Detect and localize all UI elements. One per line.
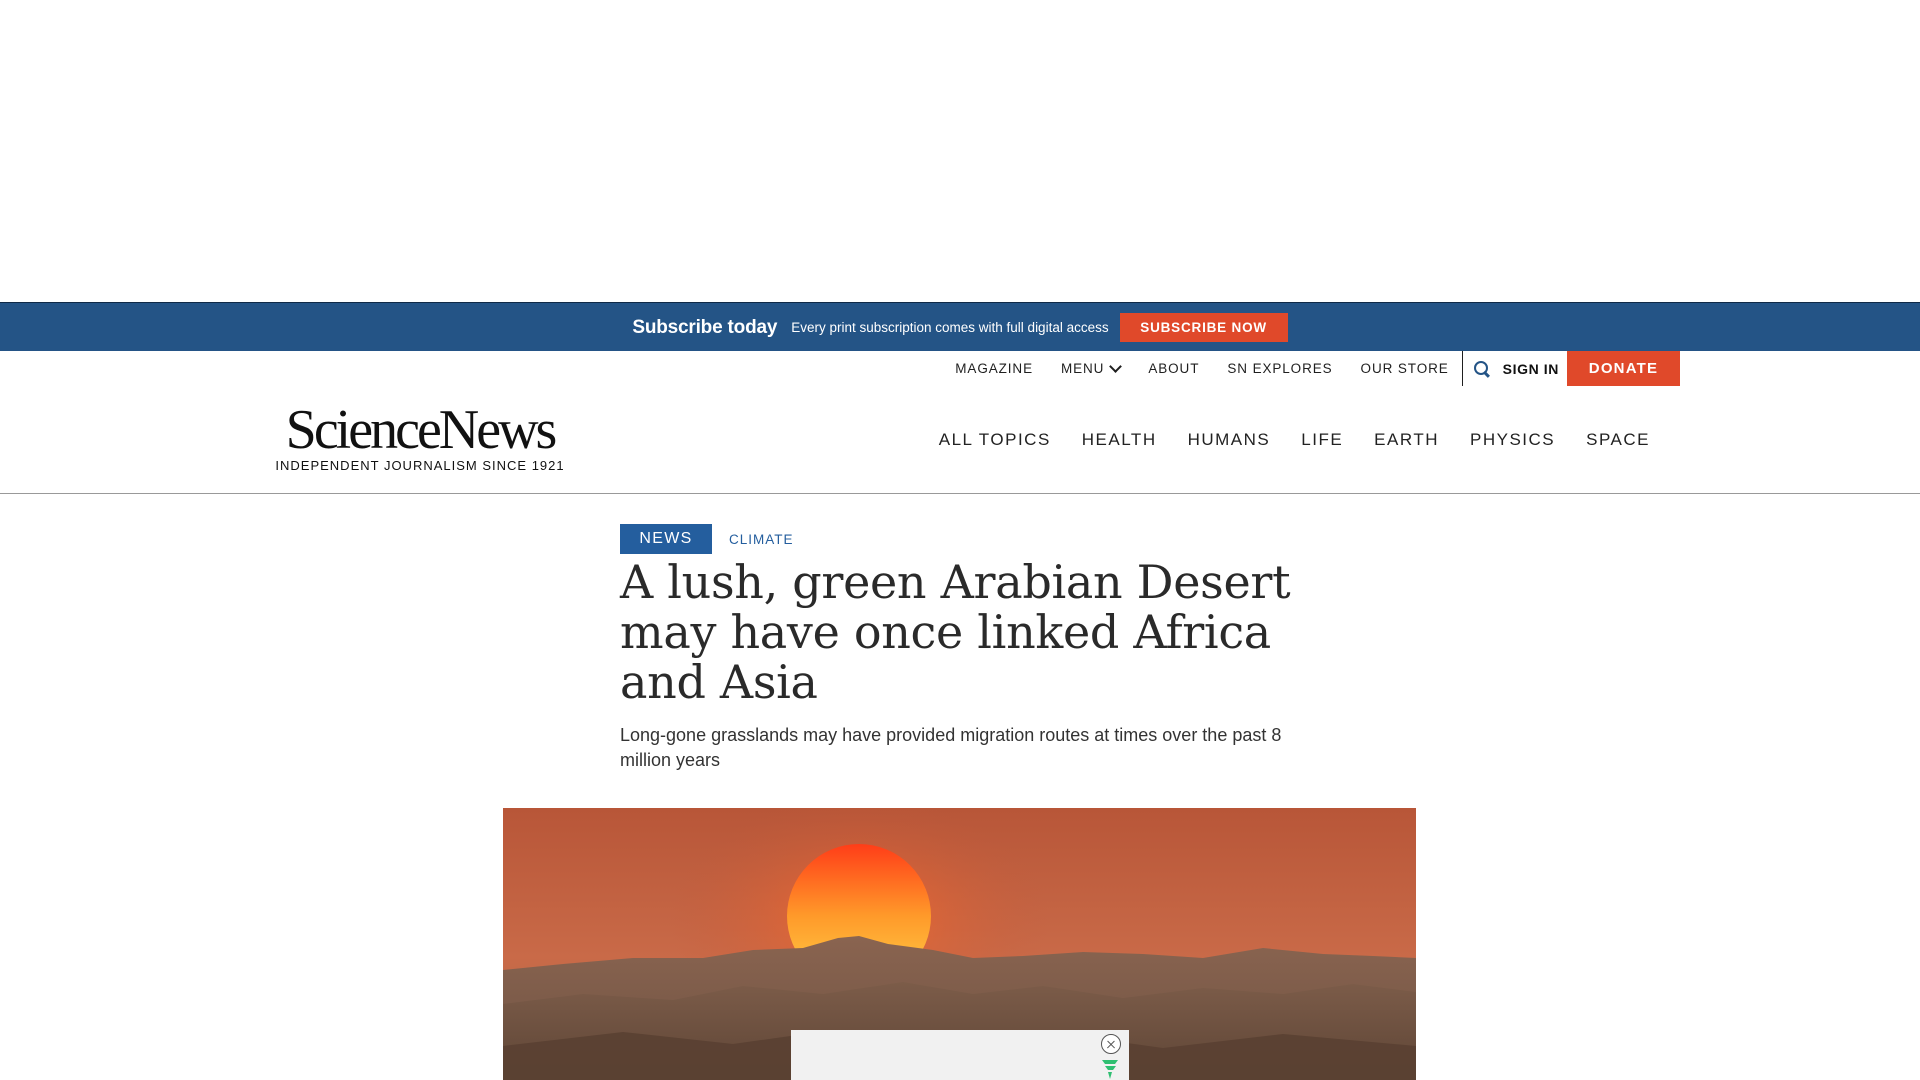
chevron-down-icon — [1109, 359, 1123, 373]
divider — [1461, 351, 1463, 386]
topic-physics[interactable]: PHYSICS — [1470, 430, 1555, 450]
nav-sn-explores[interactable]: SN EXPLORES — [1227, 361, 1332, 376]
masthead: ScienceNews INDEPENDENT JOURNALISM SINCE… — [0, 386, 1920, 494]
nav-our-store[interactable]: OUR STORE — [1361, 361, 1449, 376]
donate-button[interactable]: DONATE — [1567, 351, 1680, 386]
topic-space[interactable]: SPACE — [1586, 430, 1650, 450]
topic-humans[interactable]: HUMANS — [1188, 430, 1271, 450]
nav-magazine[interactable]: MAGAZINE — [955, 361, 1033, 376]
topic-all-topics[interactable]: ALL TOPICS — [939, 430, 1051, 450]
subscribe-title: Subscribe today — [632, 316, 778, 338]
subscribe-banner: Subscribe today Every print subscription… — [0, 302, 1920, 352]
nav-menu[interactable]: MENU — [1060, 359, 1123, 376]
freestar-icon — [1102, 1060, 1118, 1079]
search-icon[interactable] — [1473, 360, 1491, 378]
news-badge[interactable]: NEWS — [620, 524, 712, 554]
article-dek: Long-gone grasslands may have provided m… — [620, 725, 1282, 770]
article-labels: NEWS CLIMATE — [620, 524, 794, 554]
nav-menu-label: MENU — [1060, 361, 1105, 376]
topic-earth[interactable]: EARTH — [1374, 430, 1439, 450]
subscribe-text: Every print subscription comes with full… — [791, 320, 1109, 335]
nav-about[interactable]: ABOUT — [1148, 361, 1199, 376]
logo-wordmark: ScienceNews — [285, 399, 558, 461]
sign-in-link[interactable]: SIGN IN — [1503, 361, 1559, 377]
topic-health[interactable]: HEALTH — [1082, 430, 1157, 450]
subscribe-now-button[interactable]: SUBSCRIBE NOW — [1119, 313, 1288, 342]
climate-topic-link[interactable]: CLIMATE — [729, 532, 794, 547]
utility-nav: MAGAZINE MENU ABOUT SN EXPLORES OUR STOR… — [0, 351, 1920, 387]
article-headline: A lush, green Arabian Desert may have on… — [620, 555, 1291, 709]
site-logo[interactable]: ScienceNews INDEPENDENT JOURNALISM SINCE… — [270, 402, 570, 473]
logo-tagline: INDEPENDENT JOURNALISM SINCE 1921 — [275, 458, 565, 473]
topic-life[interactable]: LIFE — [1301, 430, 1343, 450]
ad-overlay — [791, 1030, 1129, 1080]
close-icon[interactable] — [1101, 1034, 1121, 1054]
topic-nav: ALL TOPICS HEALTH HUMANS LIFE EARTH PHYS… — [939, 386, 1650, 493]
ad-space — [0, 0, 1920, 302]
